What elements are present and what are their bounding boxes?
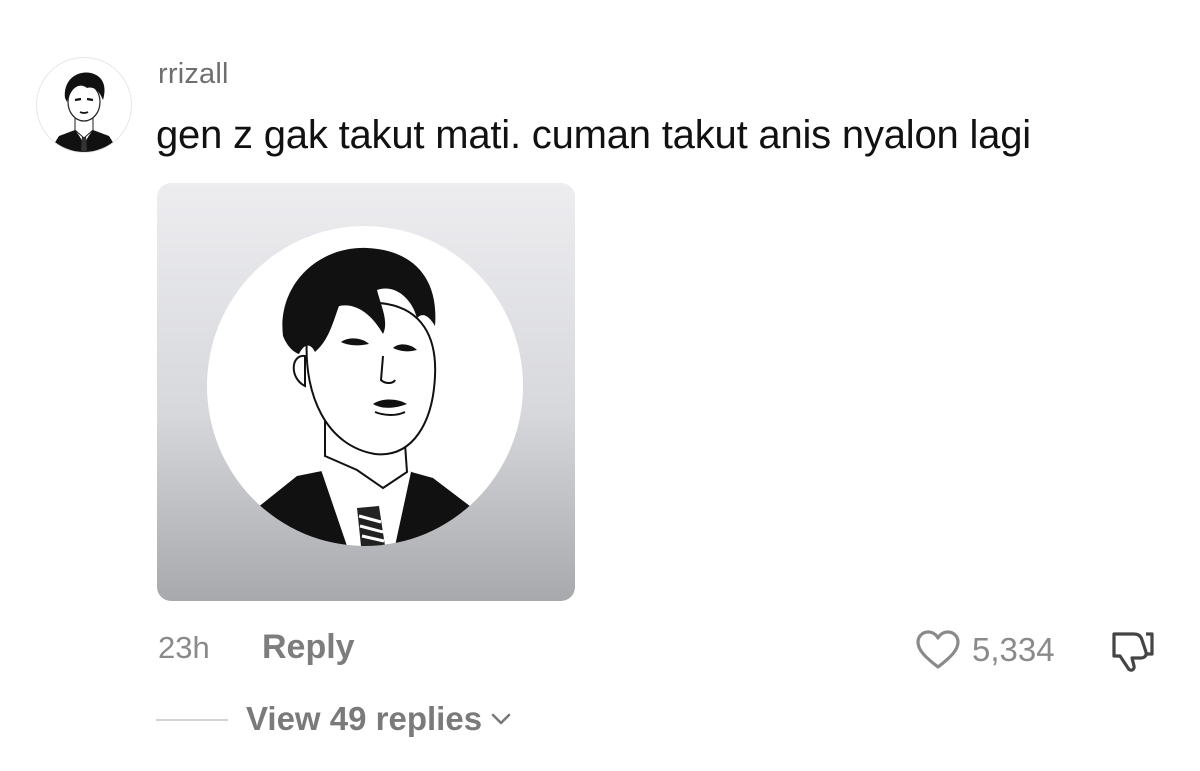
username[interactable]: rrizall xyxy=(158,58,229,91)
portrait-illustration-icon xyxy=(247,247,483,546)
view-replies-button[interactable]: View 49 replies xyxy=(246,700,512,738)
sticker-image[interactable] xyxy=(157,183,575,601)
like-count: 5,334 xyxy=(972,631,1055,668)
reply-button[interactable]: Reply xyxy=(262,628,355,667)
comment-text: gen z gak takut mati. cuman takut anis n… xyxy=(156,113,1031,157)
heart-outline-icon[interactable] xyxy=(915,630,961,670)
avatar-portrait-icon xyxy=(49,72,119,152)
portrait-circle xyxy=(207,226,523,546)
chevron-down-icon xyxy=(491,713,511,725)
thumbs-down-outline-icon[interactable] xyxy=(1108,626,1156,674)
view-replies-label: View 49 replies xyxy=(246,700,483,737)
timestamp: 23h xyxy=(158,630,210,665)
avatar[interactable] xyxy=(36,57,132,153)
divider-line xyxy=(156,719,228,721)
